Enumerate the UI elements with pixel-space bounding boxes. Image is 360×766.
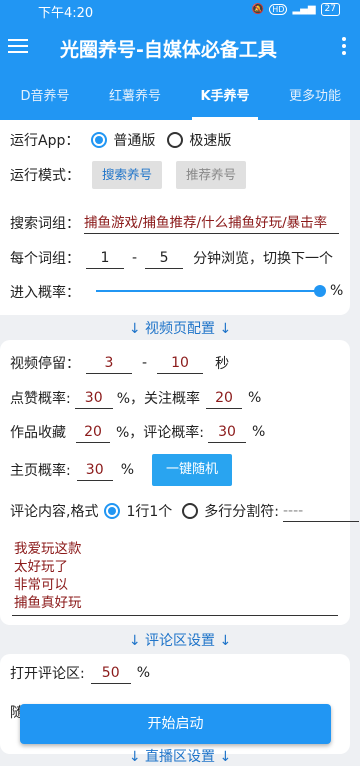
radio-normal[interactable]: 普通版: [91, 130, 155, 150]
per-keyword-row: 每个词组： 1 - 5 分钟浏览，切换下一个: [10, 247, 333, 269]
radio-fast-label: 极速版: [189, 133, 232, 149]
fav-comment-row: 作品收藏 20 %，评论概率: 30 %: [10, 421, 265, 443]
comment-section-header[interactable]: ↓ 评论区设置 ↓: [0, 630, 360, 650]
fav-label: 作品收藏: [10, 425, 66, 441]
run-mode-label: 运行模式：: [10, 168, 80, 184]
video-section-header[interactable]: ↓ 视频页配置 ↓: [0, 318, 360, 338]
per-keyword-label: 每个词组：: [10, 251, 80, 267]
comment-line: 我爱玩这款: [14, 541, 82, 557]
enter-rate-percent: %: [330, 283, 344, 299]
tab-kuaishou[interactable]: K手养号: [180, 74, 270, 120]
stay-dash: -: [142, 355, 148, 371]
open-comment-label: 打开评论区:: [10, 666, 85, 682]
separator-input[interactable]: ----: [283, 500, 359, 522]
app-bar: 光圈养号-自媒体必备工具: [0, 22, 360, 74]
status-bar: 下午4:20 🔕 HD ▂▄▆ 27: [0, 0, 360, 22]
home-rate-input[interactable]: 30: [76, 459, 113, 481]
run-app-label: 运行App：: [10, 133, 80, 149]
comment-format-row: 评论内容,格式 1行1个 多行分割符: ----: [10, 500, 359, 522]
comment-line: 捕鱼真好玩: [14, 595, 82, 611]
slider-thumb[interactable]: [314, 285, 326, 297]
comments-textarea[interactable]: 我爱玩这款 太好玩了 非常可以 捕鱼真好玩: [12, 540, 338, 616]
signal-icon: ▂▄▆: [292, 4, 316, 15]
video-stay-row: 视频停留： 3 - 10 秒: [10, 352, 229, 374]
comment-line: 非常可以: [14, 577, 68, 593]
one-per-line-label: 1行1个: [126, 504, 173, 520]
like-follow-row: 点赞概率: 30 %，关注概率 20 %: [10, 387, 261, 409]
tab-douyin[interactable]: D音养号: [0, 74, 90, 120]
range-dash: -: [132, 250, 138, 266]
home-rate-label: 主页概率:: [10, 463, 71, 479]
tab-more[interactable]: 更多功能: [270, 74, 360, 120]
like-rate-input[interactable]: 30: [74, 387, 113, 409]
comment-format-label: 评论内容,格式: [10, 504, 99, 520]
per-keyword-suffix: 分钟浏览，切换下一个: [193, 251, 334, 267]
video-stay-label: 视频停留：: [10, 356, 80, 372]
radio-on-icon: [104, 503, 121, 519]
battery-icon: 27: [320, 3, 340, 16]
follow-rate-input[interactable]: 20: [206, 387, 243, 409]
stay-min-input[interactable]: 3: [86, 352, 132, 374]
open-comment-input[interactable]: 50: [90, 662, 131, 684]
start-button[interactable]: 开始启动: [20, 704, 331, 744]
comment-percent: %: [252, 424, 266, 440]
home-percent: %: [120, 462, 135, 478]
more-options-icon[interactable]: [342, 37, 346, 58]
keywords-row: 搜索词组： 捕鱼游戏/捕鱼推荐/什么捕鱼好玩/暴击率: [10, 212, 339, 234]
enter-rate-label: 进入概率：: [10, 285, 80, 301]
recommend-mode-button[interactable]: 推荐养号: [176, 161, 247, 189]
radio-fast[interactable]: 极速版: [167, 130, 231, 150]
hd-icon: HD: [269, 4, 288, 15]
max-minutes-input[interactable]: 5: [145, 247, 184, 269]
enter-rate-row: 进入概率：: [10, 282, 80, 302]
run-mode-row: 运行模式： 搜索养号 推荐养号: [10, 161, 247, 189]
stay-max-input[interactable]: 10: [157, 352, 204, 374]
tab-bar: D音养号 红薯养号 K手养号 更多功能: [0, 74, 360, 120]
radio-normal-label: 普通版: [113, 133, 156, 149]
run-app-row: 运行App： 普通版 极速版: [10, 130, 231, 150]
page-title: 光圈养号-自媒体必备工具: [60, 39, 277, 61]
min-minutes-input[interactable]: 1: [86, 247, 124, 269]
stay-unit: 秒: [215, 356, 230, 372]
live-section-header[interactable]: ↓ 直播区设置 ↓: [0, 746, 360, 766]
radio-on-icon: [91, 132, 108, 148]
follow-percent: %: [248, 390, 262, 406]
radio-one-per-line[interactable]: 1行1个: [104, 501, 172, 521]
radio-multi-line[interactable]: 多行分割符:: [182, 501, 279, 521]
status-time: 下午4:20: [38, 6, 94, 21]
radio-off-icon: [167, 132, 184, 148]
fav-rate-input[interactable]: 20: [76, 421, 110, 443]
keywords-label: 搜索词组：: [10, 216, 80, 232]
random-button[interactable]: 一键随机: [152, 454, 233, 486]
follow-label: %，关注概率: [116, 391, 201, 407]
open-comment-percent: %: [136, 665, 151, 681]
enter-rate-slider[interactable]: [96, 285, 326, 297]
mute-icon: 🔕: [251, 4, 265, 15]
keywords-input[interactable]: 捕鱼游戏/捕鱼推荐/什么捕鱼好玩/暴击率: [84, 212, 339, 234]
like-label: 点赞概率:: [10, 391, 71, 407]
tab-xiaohongshu[interactable]: 红薯养号: [90, 74, 180, 120]
menu-icon[interactable]: [8, 36, 28, 56]
multi-line-label: 多行分割符:: [204, 504, 279, 520]
radio-off-icon: [182, 503, 199, 519]
comment-rate-label: %，评论概率:: [116, 425, 205, 441]
open-comment-row: 打开评论区: 50 %: [10, 662, 150, 684]
search-mode-button[interactable]: 搜索养号: [92, 161, 163, 189]
comment-rate-input[interactable]: 30: [208, 421, 247, 443]
comment-line: 太好玩了: [14, 559, 68, 575]
home-rate-row: 主页概率: 30 % 一键随机: [10, 454, 233, 486]
